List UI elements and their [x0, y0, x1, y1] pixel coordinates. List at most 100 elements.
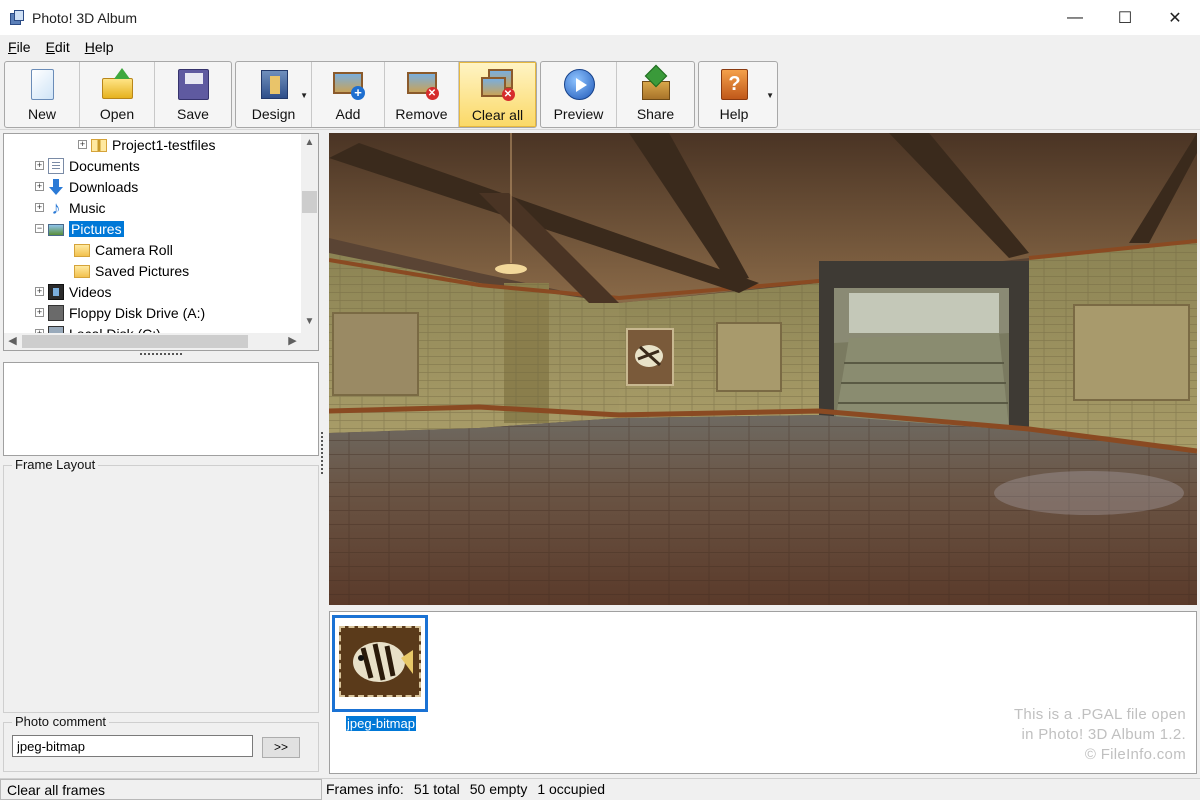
tree-item-documents[interactable]: + Documents	[35, 155, 140, 176]
help-book-icon: ?	[717, 68, 751, 102]
save-disk-icon	[176, 68, 210, 102]
remove-button[interactable]: ✕ Remove	[385, 62, 459, 127]
frames-total: 51 total	[413, 781, 460, 797]
share-box-icon	[639, 64, 673, 102]
design-button-label: Design	[251, 106, 296, 122]
photo-comment-group: Photo comment >>	[3, 714, 319, 772]
scroll-down-icon[interactable]: ▼	[301, 313, 318, 330]
tree-item-label: Saved Pictures	[95, 262, 190, 279]
tree-item-label: Videos	[69, 283, 112, 300]
expand-icon[interactable]: +	[78, 140, 87, 149]
toolbar-view-group: Preview Share	[540, 61, 695, 128]
tree-item-saved-pictures[interactable]: Saved Pictures	[74, 260, 189, 281]
gallery-room-render	[329, 133, 1197, 605]
music-icon: ♪	[51, 197, 61, 218]
frames-occupied: 1 occupied	[537, 781, 606, 797]
scroll-thumb[interactable]	[22, 335, 248, 348]
tree-item-camera-roll[interactable]: Camera Roll	[74, 239, 173, 260]
open-button[interactable]: Open	[80, 62, 155, 127]
expand-icon[interactable]: +	[35, 287, 44, 296]
tree-item-label: Downloads	[69, 178, 139, 195]
menu-bar: File Edit Help	[0, 35, 1200, 58]
status-message: Clear all frames	[0, 779, 322, 800]
open-folder-icon	[100, 68, 134, 102]
save-button[interactable]: Save	[155, 62, 231, 127]
help-dropdown-arrow-icon[interactable]: ▼	[766, 91, 774, 100]
scroll-left-icon[interactable]: ◀	[4, 333, 21, 350]
folder-tree[interactable]: + Project1-testfiles + Documents + Downl…	[3, 133, 319, 351]
tree-item-music[interactable]: + ♪ Music	[35, 197, 106, 218]
frames-info-label: Frames info:	[326, 781, 404, 797]
tree-vertical-scrollbar[interactable]: ▲ ▼	[301, 134, 318, 334]
apply-comment-button[interactable]: >>	[262, 737, 300, 758]
app-icon	[9, 9, 25, 26]
tree-item-label: Floppy Disk Drive (A:)	[69, 304, 206, 321]
toolbar-file-group: New Open Save	[4, 61, 232, 128]
title-bar: Photo! 3D Album — ☐ ✕	[0, 0, 1200, 35]
gallery-3d-view[interactable]	[329, 133, 1197, 605]
scroll-up-icon[interactable]: ▲	[301, 134, 318, 151]
menu-file[interactable]: File	[8, 39, 31, 55]
watermark-text: This is a .PGAL file open in Photo! 3D A…	[1014, 705, 1186, 765]
clear-all-icon: ✕	[480, 69, 515, 103]
add-button[interactable]: + Add	[312, 62, 385, 127]
minimize-button[interactable]: —	[1050, 0, 1100, 35]
videos-icon	[48, 283, 64, 300]
expand-icon[interactable]: +	[35, 182, 44, 191]
preview-button-label: Preview	[553, 106, 604, 122]
add-button-label: Add	[335, 106, 361, 122]
save-button-label: Save	[177, 106, 209, 122]
folder-icon	[74, 244, 90, 257]
expand-icon[interactable]: +	[35, 161, 44, 170]
toolbar-help-group: ? Help ▼	[698, 61, 778, 128]
horizontal-splitter[interactable]	[140, 353, 182, 357]
window-title: Photo! 3D Album	[32, 9, 138, 26]
expand-icon[interactable]: +	[35, 203, 44, 212]
frames-empty: 50 empty	[469, 781, 528, 797]
floppy-icon	[48, 304, 64, 321]
thumbnail-panel[interactable]: jpeg-bitmap This is a .PGAL file open in…	[329, 611, 1197, 774]
help-button-label: Help	[719, 106, 749, 122]
watermark-line: © FileInfo.com	[1084, 746, 1186, 763]
tree-item-project1-testfiles[interactable]: + Project1-testfiles	[78, 134, 215, 155]
preview-button[interactable]: Preview	[541, 62, 617, 127]
frame-layout-title: Frame Layout	[12, 457, 99, 472]
thumbnail-caption[interactable]: jpeg-bitmap	[346, 716, 416, 731]
tree-item-downloads[interactable]: + Downloads	[35, 176, 138, 197]
maximize-button[interactable]: ☐	[1100, 0, 1150, 35]
add-picture-icon: +	[331, 68, 365, 102]
vertical-splitter[interactable]	[321, 432, 324, 474]
design-button[interactable]: Design ▼	[236, 62, 312, 127]
design-dropdown-arrow-icon[interactable]: ▼	[300, 91, 308, 100]
new-button[interactable]: New	[5, 62, 80, 127]
close-button[interactable]: ✕	[1150, 0, 1200, 35]
image-preview-box	[3, 362, 319, 456]
tree-item-label: Camera Roll	[95, 241, 173, 258]
share-button[interactable]: Share	[617, 62, 694, 127]
tree-item-pictures[interactable]: − Pictures	[35, 218, 124, 239]
tree-item-floppy-disk[interactable]: + Floppy Disk Drive (A:)	[35, 302, 205, 323]
scroll-right-icon[interactable]: ▶	[284, 333, 301, 350]
thumbnail-item[interactable]	[332, 615, 428, 712]
zip-folder-icon	[91, 139, 107, 152]
tree-item-label: Documents	[69, 157, 140, 174]
new-button-label: New	[27, 106, 56, 122]
tree-item-label: Project1-testfiles	[112, 136, 216, 153]
tree-horizontal-scrollbar[interactable]: ◀ ▶	[4, 333, 318, 350]
menu-help[interactable]: Help	[85, 39, 114, 55]
menu-edit[interactable]: Edit	[46, 39, 70, 55]
tree-item-label: Music	[69, 199, 106, 216]
watermark-line: in Photo! 3D Album 1.2.	[1021, 726, 1186, 743]
photo-comment-title: Photo comment	[12, 714, 110, 729]
watermark-line: This is a .PGAL file open	[1013, 706, 1186, 723]
expand-icon[interactable]: +	[35, 308, 44, 317]
clear-all-button-label: Clear all	[471, 107, 524, 123]
collapse-icon[interactable]: −	[35, 224, 44, 233]
clear-all-button[interactable]: ✕ Clear all	[459, 62, 536, 127]
help-button[interactable]: ? Help ▼	[699, 62, 777, 127]
pictures-icon	[48, 223, 64, 236]
frame-layout-group: Frame Layout	[3, 457, 319, 713]
photo-comment-input[interactable]	[12, 735, 253, 757]
tree-item-videos[interactable]: + Videos	[35, 281, 112, 302]
scroll-thumb[interactable]	[302, 191, 317, 213]
